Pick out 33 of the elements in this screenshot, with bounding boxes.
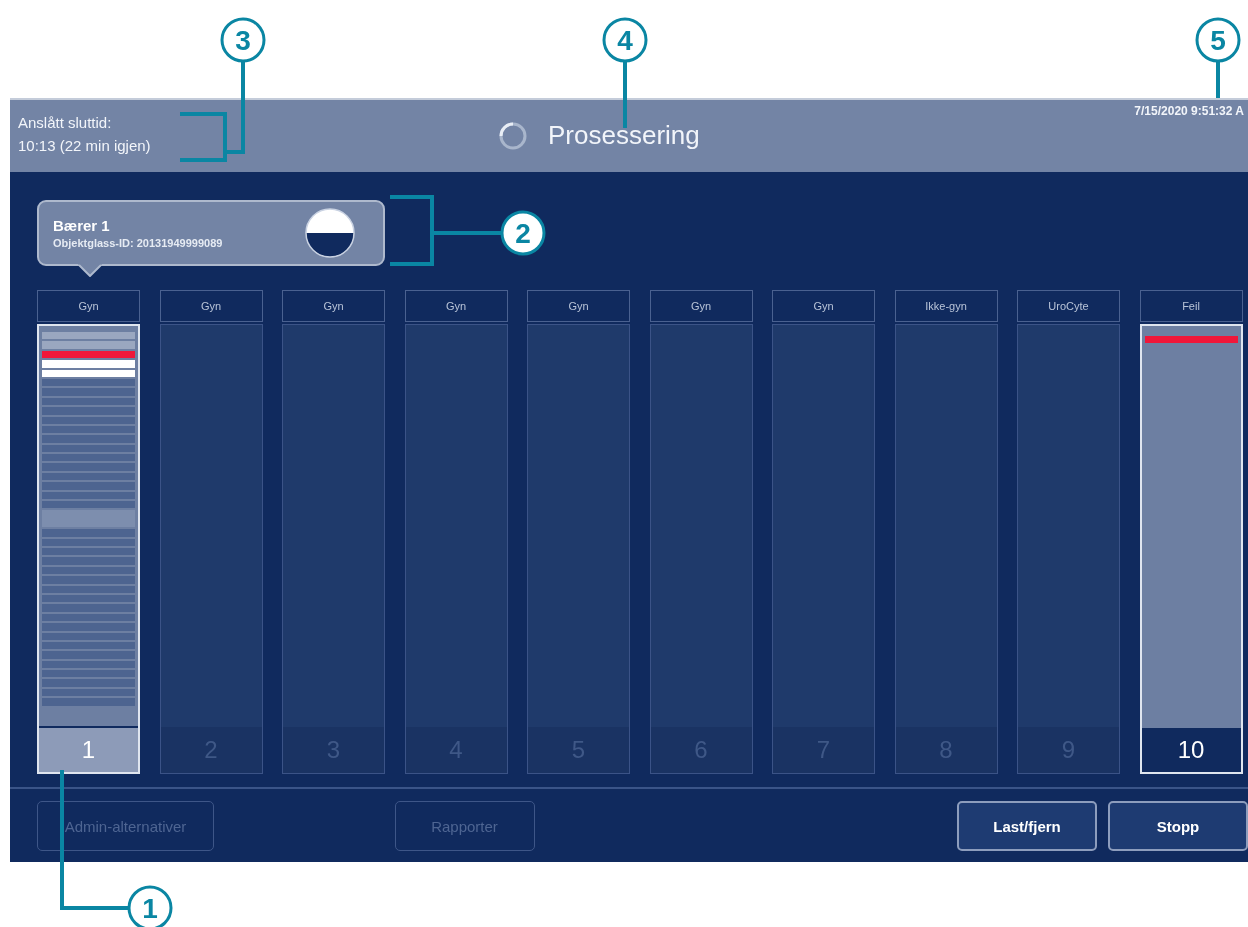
rack-label: Gyn xyxy=(772,290,875,322)
callout-circle xyxy=(220,17,266,63)
rack-label: Gyn xyxy=(649,290,753,322)
callout-number: 1 xyxy=(142,893,158,924)
rack-label: Gyn xyxy=(159,290,263,322)
screen-title: Prosessering xyxy=(548,120,700,151)
slide-id: Objektglass-ID: 20131949999089 xyxy=(53,237,223,249)
callout-circle xyxy=(602,17,648,63)
timestamp: 7/15/2020 9:51:32 A xyxy=(1134,104,1244,118)
action-button[interactable]: Stopp xyxy=(1108,801,1248,851)
rack-number: 1 xyxy=(39,728,138,772)
end-time-label: Anslått sluttid: xyxy=(18,113,113,133)
rack-label: UroCyte xyxy=(1017,290,1120,322)
callout-line xyxy=(1216,62,1220,98)
slide-rack[interactable]: 1 xyxy=(37,324,140,774)
rack-label: Ikke-gyn xyxy=(894,290,998,322)
callout-circle xyxy=(1195,17,1241,63)
rack-label: Gyn xyxy=(404,290,508,322)
end-time-value: 10:13 (22 min igjen) xyxy=(18,136,152,156)
half-filled-circle-icon xyxy=(305,208,355,258)
slide-rack[interactable]: 10 xyxy=(1139,324,1243,774)
rack-label: Gyn xyxy=(37,290,140,322)
rack-label: Feil xyxy=(1139,290,1243,322)
callout-number: 3 xyxy=(235,25,251,56)
spinner-icon xyxy=(498,120,528,151)
rack-label: Gyn xyxy=(527,290,630,322)
callout-number: 2 xyxy=(515,218,531,249)
callout-circle xyxy=(500,210,546,256)
carrier-title: Bærer 1 xyxy=(53,217,111,234)
callout-number: 5 xyxy=(1210,25,1226,56)
callout-number: 4 xyxy=(617,25,633,56)
action-button[interactable]: Last/fjern xyxy=(957,801,1097,851)
rack-label: Gyn xyxy=(282,290,385,322)
